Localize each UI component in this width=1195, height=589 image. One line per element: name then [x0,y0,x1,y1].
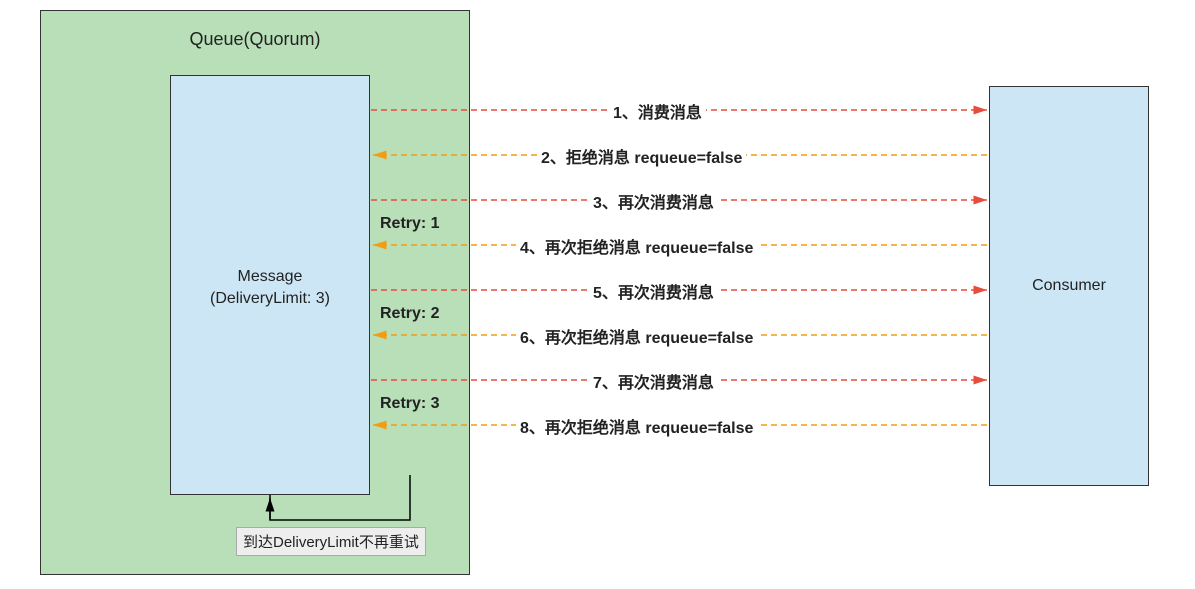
retry-3-label: Retry: 3 [380,395,440,413]
step-2-label: 2、拒绝消息 requeue=false [537,143,746,169]
delivery-limit-label: 到达DeliveryLimit不再重试 [236,527,426,556]
message-line1: Message [171,266,369,288]
step-5-label: 5、再次消费消息 [589,278,718,304]
step-7-label: 7、再次消费消息 [589,368,718,394]
message-box: Message (DeliveryLimit: 3) [170,75,370,495]
step-4-label: 4、再次拒绝消息 requeue=false [516,233,757,259]
consumer-box: Consumer [989,86,1149,486]
step-1-label: 1、消费消息 [609,98,706,124]
retry-2-label: Retry: 2 [380,305,440,323]
queue-title: Queue(Quorum) [41,11,469,50]
retry-1-label: Retry: 1 [380,215,440,233]
message-label: Message (DeliveryLimit: 3) [171,266,369,311]
step-6-label: 6、再次拒绝消息 requeue=false [516,323,757,349]
consumer-label: Consumer [1032,277,1106,295]
step-3-label: 3、再次消费消息 [589,188,718,214]
step-8-label: 8、再次拒绝消息 requeue=false [516,413,757,439]
message-line2: (DeliveryLimit: 3) [171,288,369,310]
